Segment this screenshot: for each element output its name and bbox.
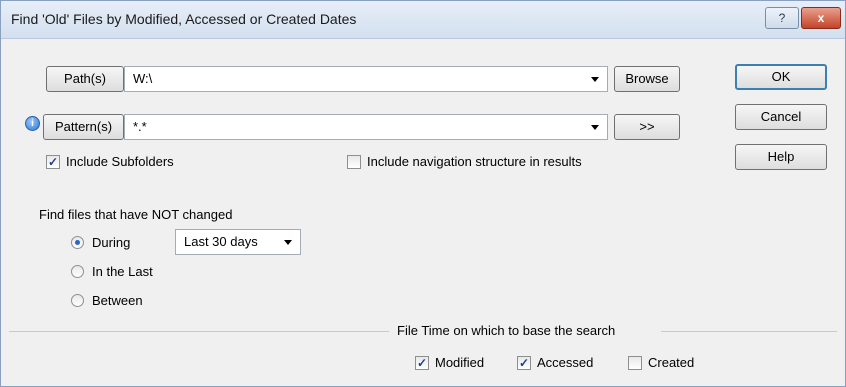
close-icon: x [817,11,825,25]
chevron-down-icon[interactable] [591,77,599,82]
radio-unselected-icon [71,265,84,279]
patterns-value: *.* [133,119,147,134]
separator-right [661,331,837,332]
during-period-value: Last 30 days [184,234,258,249]
chevron-down-icon[interactable] [284,240,292,245]
include-subfolders-label: Include Subfolders [66,154,174,169]
include-navigation-checkbox[interactable]: Include navigation structure in results [347,153,582,171]
modified-checkbox[interactable]: ✓ Modified [415,354,484,372]
patterns-combo[interactable]: *.* [124,114,608,140]
browse-button[interactable]: Browse [614,66,680,92]
file-time-group-label: File Time on which to base the search [397,323,616,338]
question-icon: ? [778,11,786,25]
in-the-last-radio[interactable]: In the Last [71,263,153,281]
paths-button[interactable]: Path(s) [46,66,124,92]
during-radio[interactable]: During [71,234,130,252]
between-radio[interactable]: Between [71,292,143,310]
radio-unselected-icon [71,294,84,308]
created-label: Created [648,355,695,370]
help-button[interactable]: Help [735,144,827,170]
accessed-checkbox[interactable]: ✓ Accessed [517,354,593,372]
chevron-down-icon[interactable] [591,125,599,130]
checkbox-unchecked-icon [628,355,642,370]
title-close-button[interactable]: x [801,7,841,29]
find-old-files-dialog: Find 'Old' Files by Modified, Accessed o… [0,0,846,387]
info-icon[interactable]: i [25,116,40,131]
between-label: Between [92,293,143,308]
title-help-button[interactable]: ? [765,7,799,29]
modified-label: Modified [435,355,485,370]
checkbox-unchecked-icon [347,154,361,169]
title-bar: Find 'Old' Files by Modified, Accessed o… [1,1,845,39]
checkbox-checked-icon: ✓ [517,355,531,370]
paths-combo[interactable]: W:\ [124,66,608,92]
include-navigation-label: Include navigation structure in results [367,154,582,169]
during-period-select[interactable]: Last 30 days [175,229,301,255]
in-the-last-label: In the Last [92,264,153,279]
created-checkbox[interactable]: Created [628,354,694,372]
not-changed-heading: Find files that have NOT changed [39,207,233,222]
ok-button[interactable]: OK [735,64,827,90]
accessed-label: Accessed [537,355,594,370]
patterns-button[interactable]: Pattern(s) [43,114,124,140]
separator-left [9,331,389,332]
paths-value: W:\ [133,71,153,86]
checkbox-checked-icon: ✓ [46,154,60,169]
cancel-button[interactable]: Cancel [735,104,827,130]
more-button[interactable]: >> [614,114,680,140]
radio-selected-icon [71,236,84,250]
checkbox-checked-icon: ✓ [415,355,429,370]
during-label: During [92,235,131,250]
include-subfolders-checkbox[interactable]: ✓ Include Subfolders [46,153,174,171]
dialog-title: Find 'Old' Files by Modified, Accessed o… [11,11,357,27]
